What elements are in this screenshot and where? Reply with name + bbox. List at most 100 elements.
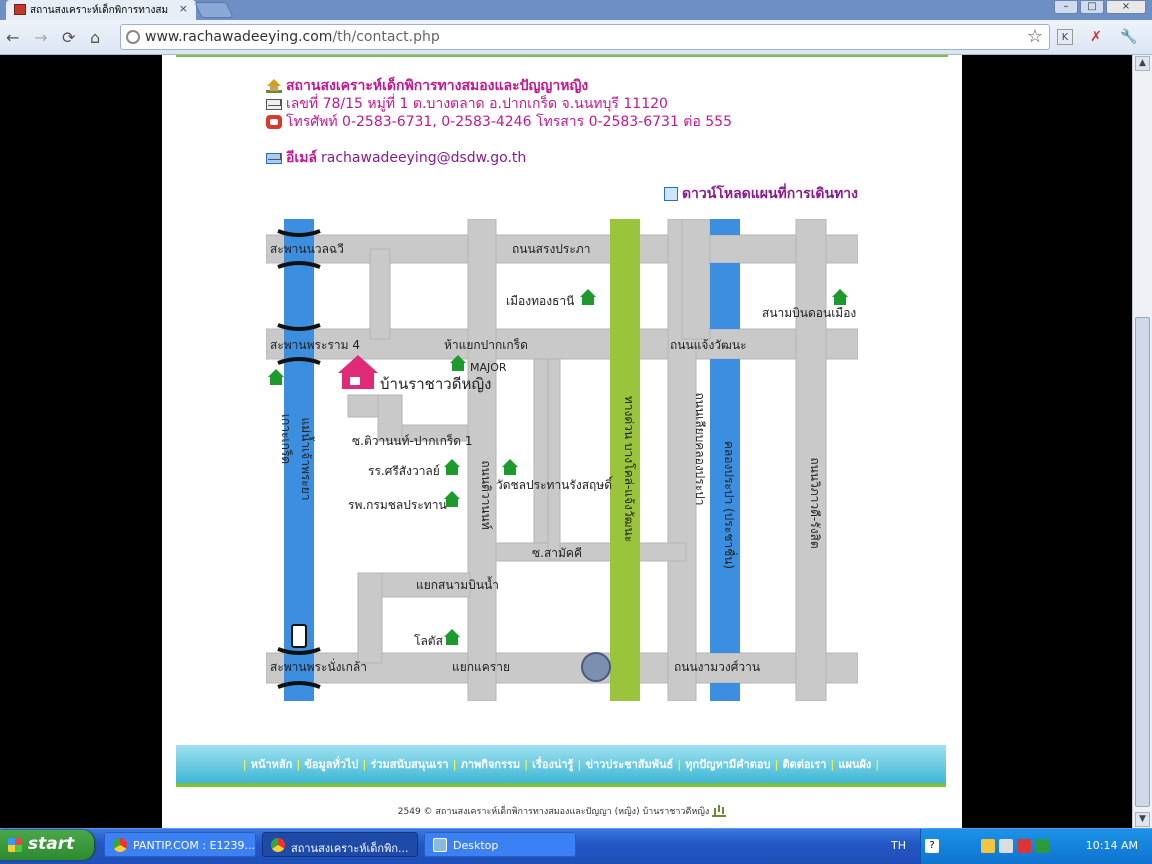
map-label: โลตัส [414,634,444,648]
map-label: สะพานพระนั่งเกล้า [270,658,367,674]
taskbar-item-current[interactable]: สถานสงเคราะห์เด็กพิก... [262,832,418,857]
desktop-icon [433,838,447,852]
scrollbar-thumb[interactable] [1135,317,1150,807]
download-map-link[interactable]: ดาวน์โหลดแผนที่การเดินทาง [663,183,858,205]
bookmark-star-icon[interactable]: ☆ [1027,26,1043,47]
address-bar[interactable]: www.rachawadeeying.com/th/contact.php ☆ [120,24,1050,50]
download-label: ดาวน์โหลดแผนที่การเดินทาง [681,186,858,202]
tab-bar: สถานสงเคราะห์เด็กพิการทางสม × – □ × [0,0,1152,20]
new-tab-button[interactable] [194,2,234,18]
security-icon[interactable] [1017,839,1031,853]
maximize-button[interactable]: □ [1080,0,1104,14]
taskbar: start PANTIP.COM : E1239... สถานสงเคราะห… [0,828,1152,864]
wrench-icon[interactable]: 🔧 [1120,29,1137,45]
task-label: สถานสงเคราะห์เด็กพิก... [291,842,409,855]
footer-link-faq[interactable]: ทุกปัญหามีคำตอบ [685,755,770,773]
scroll-up-arrow-icon[interactable]: ▲ [1135,56,1150,71]
vertical-scrollbar[interactable]: ▲ ▼ [1132,55,1152,828]
interchange-icon [581,652,611,682]
start-button[interactable]: start [0,830,94,860]
map-label: ถนนเลียบคลองประปา [693,392,707,505]
map-label: รพ.กรมชลประทาน [348,498,447,512]
browser-tab[interactable]: สถานสงเคราะห์เด็กพิการทางสม × [6,0,196,20]
tray-app-icon[interactable] [981,839,995,853]
close-window-button[interactable]: × [1106,0,1146,14]
map-label: ถนนสรงประภา [512,242,590,256]
map-label: ห้าแยกปากเกร็ด [444,337,528,352]
page-viewport: สถานสงเคราะห์เด็กพิการทางสมองและปัญญาหญิ… [0,55,1132,828]
map-label: สะพานนวลฉวี [270,242,344,256]
reload-icon[interactable]: ⟳ [62,28,75,47]
extension-pdf-icon[interactable]: ✗ [1088,29,1104,45]
map-label: วัดชลประทานรังสฤษดิ์ [496,476,614,492]
footer-link-knowledge[interactable]: เรื่องน่ารู้ [532,755,573,773]
footer-link-contact[interactable]: ติดต่อเรา [783,755,827,773]
canal-upper [710,263,740,329]
route-map[interactable]: สะพานนวลฉวี ถนนสรงประภา เมืองทองธานี สนา… [266,219,858,701]
phone: โทรศัพท์ 0-2583-6731, 0-2583-4246 โทรสาร… [286,114,732,130]
footer-nav: | หน้าหลัก | ข้อมูลทั่วไป | ร่วมสนับสนุนเร… [176,745,946,787]
tab-title: สถานสงเคราะห์เด็กพิการทางสม [30,5,169,16]
clock: 10:14 AM [1085,839,1138,852]
footer-link-news[interactable]: ข่าวประชาสัมพันธ์ [585,755,673,773]
home-icon[interactable]: ⌂ [90,28,100,47]
window-controls: – □ × [1054,0,1146,16]
top-divider [176,55,948,57]
map-label: เมืองทองธานี [506,294,574,308]
footer-link-sitemap[interactable]: แผนผัง [838,755,871,773]
map-label: ถนนแจ้งวัฒนะ [670,338,747,352]
scroll-down-arrow-icon[interactable]: ▼ [1135,812,1150,827]
back-arrow-icon[interactable]: ← [6,28,19,47]
extension-k-icon[interactable]: K [1057,29,1073,45]
map-label: คลองประปา (ประชาชื่น) [722,441,738,569]
footer-link-support[interactable]: ร่วมสนับสนุนเรา [370,755,448,773]
minimize-button[interactable]: – [1054,0,1078,14]
contact-info: สถานสงเคราะห์เด็กพิการทางสมองและปัญญาหญิ… [266,77,732,167]
chrome-icon [113,838,127,852]
language-indicator[interactable]: TH [891,839,906,852]
footer-link-home[interactable]: หน้าหลัก [251,755,293,773]
url-domain: www.rachawadeeying.com [145,29,333,45]
chrome-icon [271,838,285,852]
favicon-icon [14,4,26,15]
help-icon[interactable]: ? [925,839,939,853]
map-label: เกาะเกร็ด [279,414,294,464]
map-label: แม่น้ำเจ้าพระยา [299,417,315,500]
map-label: รร.ศรีสังวาลย์ [368,464,440,478]
email-link[interactable]: rachawadeeying@dsdw.go.th [321,149,526,167]
address: เลขที่ 78/15 หมู่ที่ 1 ต.บางตลาด อ.ปากเก… [286,96,668,112]
map-label: สนามบินดอนเมือง [762,306,856,320]
document-icon [663,187,678,201]
map-label: ซ.สามัคคี [532,546,582,560]
stats-chart-icon[interactable] [712,806,727,817]
close-tab-icon[interactable]: × [179,2,188,15]
start-label: start [28,834,75,854]
email-icon [266,152,282,164]
map-label: ถนนวิภาวดี-รังสิต [808,457,822,548]
map-label: สะพานพระราม 4 [270,338,360,352]
copyright-text: 2549 © สถานสงเคราะห์เด็กพิการทางสมองและป… [397,807,710,817]
taskbar-item-pantip[interactable]: PANTIP.COM : E1239... [104,832,256,857]
url-path: /th/contact.php [332,29,440,45]
map-label: ถนนงามวงศ์วาน [674,660,760,674]
footer-link-activities[interactable]: ภาพกิจกรรม [461,755,521,773]
map-label: ถนนติวานนท์ [479,460,493,529]
home-icon [266,79,282,93]
task-label: Desktop [453,839,499,852]
phone-icon [266,115,282,129]
envelope-icon [266,98,282,110]
map-label: แยกแคราย [452,660,510,674]
browser-toolbar: ← → ⟳ ⌂ www.rachawadeeying.com/th/contac… [0,20,1152,55]
tray-v-icon[interactable] [1035,839,1049,853]
forward-arrow-icon[interactable]: → [34,28,47,47]
map-label: แยกสนามบินน้ำ [416,576,499,592]
network-icon[interactable] [999,839,1013,853]
canal-top [710,219,740,235]
map-label: ทางด่วน บางโคล่-แจ้งวัฒนะ [622,396,636,542]
boat-icon [291,624,307,648]
map-background [266,219,858,701]
map-label: MAJOR [470,361,507,374]
taskbar-item-desktop[interactable]: Desktop [424,832,576,857]
windows-flag-icon [8,838,22,852]
footer-link-info[interactable]: ข้อมูลทั่วไป [304,755,358,773]
